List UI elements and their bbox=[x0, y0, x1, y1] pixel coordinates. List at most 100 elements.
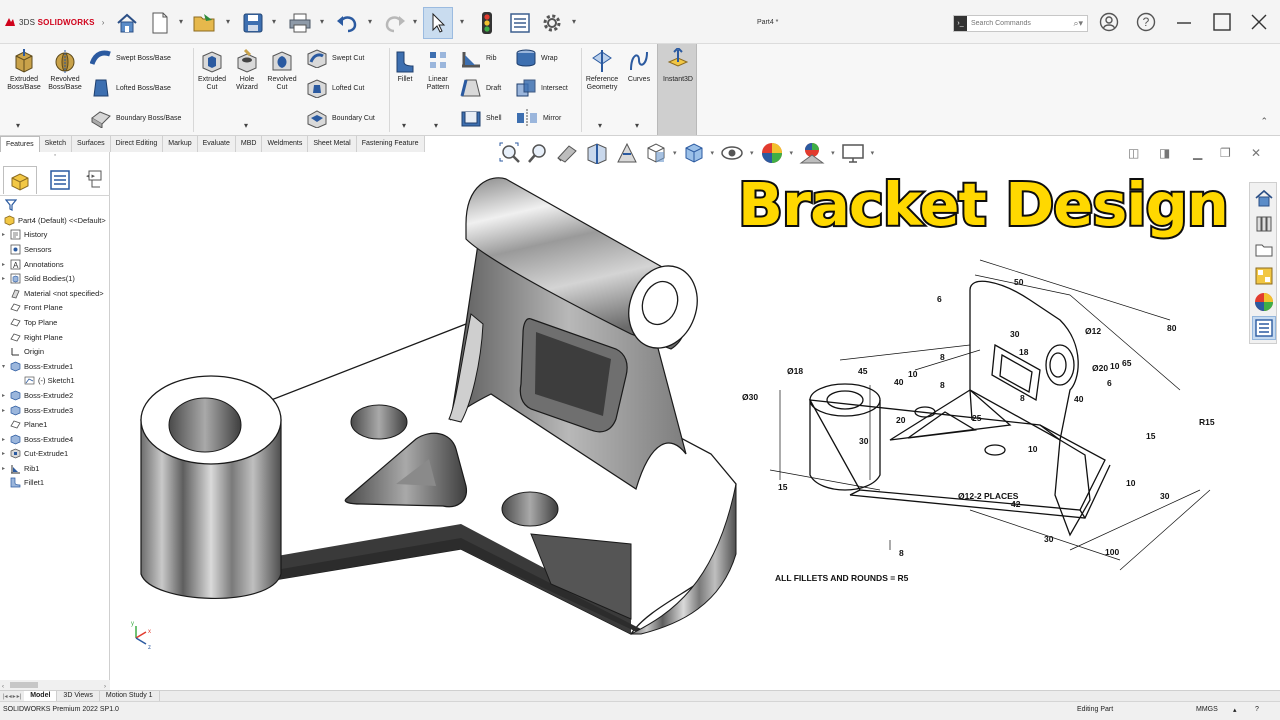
tree-root-part[interactable]: Part4 (Default) <<Default> bbox=[0, 213, 110, 228]
tab-features[interactable]: Features bbox=[0, 136, 40, 152]
tab-3d-views[interactable]: 3D Views bbox=[57, 691, 100, 701]
file-properties-button[interactable] bbox=[506, 8, 534, 38]
search-icon[interactable]: ⌕▾ bbox=[1073, 18, 1083, 29]
select-dropdown-icon[interactable]: ▾ bbox=[460, 17, 464, 26]
minimize-button[interactable] bbox=[1172, 10, 1196, 34]
save-button[interactable] bbox=[238, 8, 268, 38]
save-dropdown-icon[interactable]: ▾ bbox=[272, 17, 276, 26]
expand-arrow-icon[interactable]: ▸ bbox=[0, 450, 7, 457]
bracket-3d-model[interactable] bbox=[140, 177, 737, 635]
pattern-dropdown-icon[interactable]: ▾ bbox=[434, 121, 438, 130]
tab-evaluate[interactable]: Evaluate bbox=[198, 136, 236, 152]
filter-icon[interactable] bbox=[5, 199, 17, 211]
fillet-dropdown-icon[interactable]: ▾ bbox=[402, 121, 406, 130]
search-commands[interactable]: ›_ ⌕▾ bbox=[953, 15, 1088, 32]
new-document-button[interactable] bbox=[147, 8, 173, 38]
wrap-button[interactable]: Wrap bbox=[515, 48, 558, 68]
tree-item[interactable]: (-) Sketch1 bbox=[0, 374, 110, 389]
shell-button[interactable]: Shell bbox=[460, 108, 502, 128]
expand-arrow-icon[interactable]: ▸ bbox=[0, 392, 7, 399]
first-tab-icon[interactable]: |◂ bbox=[3, 693, 8, 700]
expand-arrow-icon[interactable]: ▸ bbox=[0, 436, 7, 443]
viewport-single-icon[interactable]: ◫ bbox=[1128, 146, 1139, 160]
view-orientation-icon[interactable] bbox=[645, 142, 667, 164]
tree-item[interactable]: Plane1 bbox=[0, 417, 110, 432]
custom-properties-tab[interactable] bbox=[1252, 316, 1276, 340]
hide-show-items-icon[interactable] bbox=[720, 142, 744, 164]
configuration-manager-tab[interactable] bbox=[82, 166, 108, 194]
collapse-arrow-icon[interactable]: ▾ bbox=[0, 363, 7, 370]
unit-system[interactable]: MMGS bbox=[1196, 706, 1218, 713]
fillet-button[interactable]: Fillet bbox=[392, 48, 418, 84]
expand-arrow-icon[interactable]: ▸ bbox=[0, 231, 7, 238]
display-style-icon[interactable] bbox=[683, 142, 705, 164]
collapse-ribbon-icon[interactable]: ⌃ bbox=[1260, 116, 1268, 127]
viewport-restore-icon[interactable]: ❐ bbox=[1220, 146, 1231, 160]
tree-item[interactable]: Top Plane bbox=[0, 315, 110, 330]
tree-item[interactable]: ▾ Boss-Extrude1 bbox=[0, 359, 110, 374]
expand-arrow-icon[interactable]: ▸ bbox=[0, 465, 7, 472]
curves-dropdown-icon[interactable]: ▾ bbox=[635, 121, 639, 130]
tree-item[interactable]: Fillet1 bbox=[0, 476, 110, 491]
section-view-icon[interactable] bbox=[585, 142, 609, 164]
scene-dropdown-icon[interactable]: ▾ bbox=[831, 149, 835, 157]
tree-item[interactable]: ▸ Boss-Extrude3 bbox=[0, 403, 110, 418]
design-library-tab[interactable] bbox=[1252, 212, 1276, 236]
rebuild-button[interactable] bbox=[473, 8, 501, 38]
tree-item[interactable]: ▸ Cut-Extrude1 bbox=[0, 447, 110, 462]
next-tab-icon[interactable]: ▸ bbox=[13, 693, 16, 700]
tab-markup[interactable]: Markup bbox=[163, 136, 198, 152]
intersect-button[interactable]: Intersect bbox=[515, 78, 568, 98]
swept-boss-button[interactable]: Swept Boss/Base bbox=[90, 48, 171, 68]
tree-item[interactable]: ▸ Rib1 bbox=[0, 461, 110, 476]
extruded-cut-button[interactable]: Extruded Cut bbox=[194, 48, 230, 92]
redo-dropdown-icon[interactable]: ▾ bbox=[413, 17, 417, 26]
boundary-boss-button[interactable]: Boundary Boss/Base bbox=[90, 108, 181, 128]
linear-pattern-button[interactable]: Linear Pattern bbox=[422, 48, 454, 92]
revolved-boss-button[interactable]: Revolved Boss/Base bbox=[45, 48, 85, 92]
undo-button[interactable] bbox=[332, 8, 362, 38]
tree-item[interactable]: ▸ A Annotations bbox=[0, 257, 110, 272]
select-button[interactable] bbox=[423, 7, 453, 39]
draft-button[interactable]: Draft bbox=[460, 78, 501, 98]
options-button[interactable] bbox=[538, 8, 566, 38]
expand-arrow-icon[interactable]: ▸ bbox=[0, 261, 7, 268]
user-button[interactable] bbox=[1097, 10, 1121, 34]
lofted-boss-button[interactable]: Lofted Boss/Base bbox=[90, 78, 171, 98]
tab-weldments[interactable]: Weldments bbox=[262, 136, 309, 152]
zoom-to-fit-icon[interactable] bbox=[499, 142, 521, 164]
viewport-two-icon[interactable]: ◨ bbox=[1159, 146, 1170, 160]
reference-dropdown-icon[interactable]: ▾ bbox=[598, 121, 602, 130]
tab-surfaces[interactable]: Surfaces bbox=[72, 136, 111, 152]
revolved-cut-button[interactable]: Revolved Cut bbox=[264, 48, 300, 92]
tree-item[interactable]: ▸ Boss-Extrude2 bbox=[0, 388, 110, 403]
view-settings-icon[interactable] bbox=[841, 142, 865, 164]
solidworks-logo[interactable]: 3DS SOLIDWORKS › bbox=[4, 14, 104, 30]
open-dropdown-icon[interactable]: ▾ bbox=[226, 17, 230, 26]
cut-dropdown-icon[interactable]: ▾ bbox=[244, 121, 248, 130]
edit-appearance-icon[interactable] bbox=[760, 141, 784, 165]
boundary-cut-button[interactable]: Boundary Cut bbox=[306, 108, 375, 128]
file-explorer-tab[interactable] bbox=[1252, 238, 1276, 262]
tab-direct-editing[interactable]: Direct Editing bbox=[111, 136, 164, 152]
open-button[interactable] bbox=[190, 8, 220, 38]
last-tab-icon[interactable]: ▸| bbox=[17, 693, 22, 700]
prev-tab-icon[interactable]: ◂ bbox=[9, 693, 12, 700]
tab-motion-study[interactable]: Motion Study 1 bbox=[100, 691, 160, 701]
tab-scroll-arrows[interactable]: ◂ ▸ bbox=[86, 172, 95, 180]
curves-button[interactable]: Curves bbox=[624, 48, 654, 84]
appearance-dropdown-icon[interactable]: ▾ bbox=[790, 149, 794, 157]
tree-item[interactable]: Right Plane bbox=[0, 330, 110, 345]
tab-fastening-feature[interactable]: Fastening Feature bbox=[357, 136, 425, 152]
tree-item[interactable]: ▸ Boss-Extrude4 bbox=[0, 432, 110, 447]
scroll-thumb[interactable] bbox=[10, 682, 38, 688]
feature-tree-tab[interactable] bbox=[3, 166, 37, 194]
new-dropdown-icon[interactable]: ▾ bbox=[179, 17, 183, 26]
instant3d-button[interactable]: Instant3D bbox=[657, 44, 697, 135]
tree-item[interactable]: Front Plane bbox=[0, 301, 110, 316]
options-dropdown-icon[interactable]: ▾ bbox=[572, 17, 576, 26]
hole-wizard-button[interactable]: Hole Wizard bbox=[230, 48, 264, 92]
previous-view-icon[interactable] bbox=[555, 142, 579, 164]
redo-button[interactable] bbox=[380, 8, 410, 38]
tab-navigation-arrows[interactable]: |◂ ◂ ▸ ▸| bbox=[0, 691, 24, 701]
